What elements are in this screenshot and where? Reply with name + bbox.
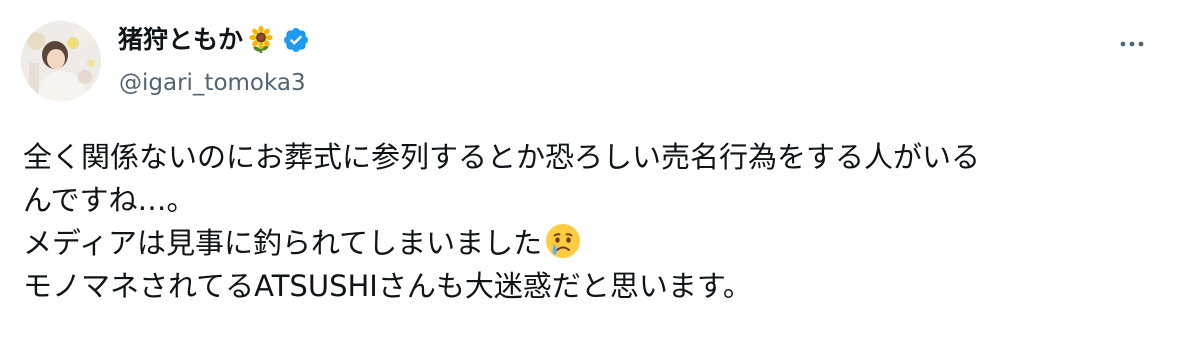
avatar[interactable] [21,21,101,101]
tweet-card: 猪狩ともか @igari_tomoka3 全く関係ないのにお葬式に参列するとか恐… [0,0,1178,346]
tweet-text-segment: 全く関係ないのにお葬式に参列するとか恐ろしい売名行為をする人がいる [23,140,981,174]
tweet-text-segment: んですね…。 [23,183,196,217]
tweet-text: 全く関係ないのにお葬式に参列するとか恐ろしい売名行為をする人がいる んですね…。… [23,136,1163,308]
more-options-icon [1120,41,1144,47]
tweet-text-segment: メディアは見事に釣られてしまいました [23,226,543,260]
tweet-line: メディアは見事に釣られてしまいました [23,222,1163,265]
tweet-text-segment: モノマネされてるATSUSHIさんも大迷惑だと思います。 [23,269,752,303]
handle[interactable]: @igari_tomoka3 [119,68,306,98]
tweet-line: モノマネされてるATSUSHIさんも大迷惑だと思います。 [23,265,1163,308]
avatar-image [21,21,101,101]
sunflower-icon [247,25,275,54]
tweet-line: 全く関係ないのにお葬式に参列するとか恐ろしい売名行為をする人がいる [23,136,1163,179]
display-name[interactable]: 猪狩ともか [118,24,243,56]
crying-face-emoji [544,222,582,260]
verified-icon[interactable] [282,26,310,54]
more-options-button[interactable] [1110,26,1154,62]
author-name-row: 猪狩ともか [118,22,310,58]
tweet-line: んですね…。 [23,179,1163,222]
